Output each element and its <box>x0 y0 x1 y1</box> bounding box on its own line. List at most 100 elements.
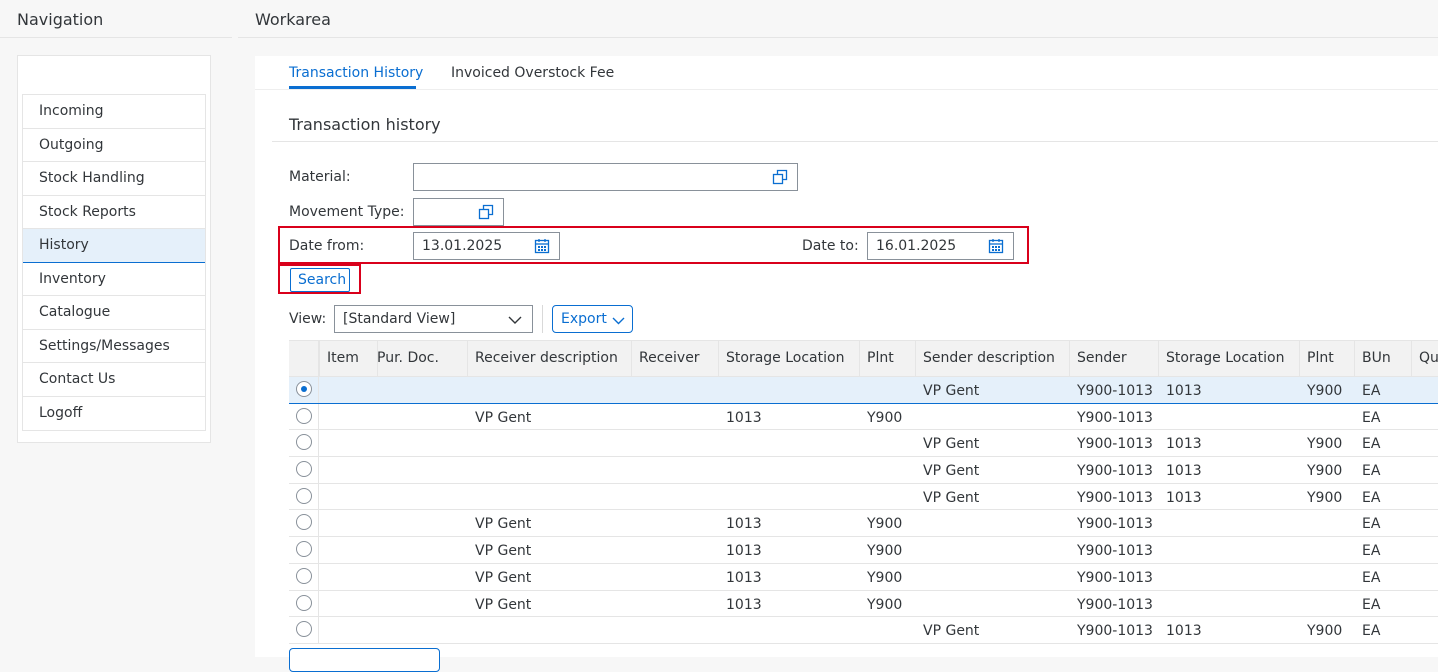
table-cell: 1013 <box>726 596 762 613</box>
row-selector-cell <box>289 430 319 457</box>
table-cell: EA <box>1362 436 1381 453</box>
value-help-icon[interactable] <box>478 204 494 220</box>
column-separator <box>631 341 632 376</box>
table-cell: Y900 <box>867 409 903 426</box>
tab-transaction-history[interactable]: Transaction History <box>289 65 423 81</box>
row-radio-button[interactable] <box>296 381 312 397</box>
table-cell: Y900-1013 <box>1077 409 1153 426</box>
table-cell: Y900 <box>1307 436 1343 453</box>
row-radio-button[interactable] <box>296 621 312 638</box>
column-header[interactable]: Pur. Doc. <box>377 350 439 366</box>
sidebar-item-settings-messages[interactable]: Settings/Messages <box>23 330 205 363</box>
table-row[interactable]: VP Gent Y900-1013 1013 Y900 EA <box>289 430 1438 458</box>
row-radio-button[interactable] <box>296 407 312 424</box>
sidebar-item-catalogue[interactable]: Catalogue <box>23 296 205 330</box>
column-separator <box>1299 341 1300 376</box>
table-cell: Y900-1013 <box>1077 489 1153 506</box>
table-cell: Y900 <box>867 596 903 613</box>
row-radio-button[interactable] <box>296 434 312 451</box>
column-header[interactable]: Storage Location <box>1166 350 1284 366</box>
row-radio-button[interactable] <box>296 487 312 504</box>
calendar-icon[interactable] <box>534 238 550 254</box>
column-header[interactable]: Receiver description <box>475 350 618 366</box>
navigation-divider <box>0 37 232 38</box>
column-header[interactable]: Item <box>327 350 359 366</box>
table-row[interactable]: VP Gent 1013 Y900 Y900-1013 EA <box>289 563 1438 591</box>
row-selector-cell <box>289 377 319 403</box>
table-row[interactable]: VP Gent Y900-1013 1013 Y900 EA <box>289 377 1438 404</box>
column-separator <box>1069 341 1070 376</box>
table-cell: VP Gent <box>475 543 532 560</box>
view-select[interactable]: [Standard View] <box>334 305 533 333</box>
material-input[interactable] <box>413 163 798 191</box>
workarea-content: Transaction History Invoiced Overstock F… <box>255 56 1438 672</box>
workarea-title: Workarea <box>255 10 331 29</box>
table-cell: Y900 <box>867 516 903 533</box>
column-header[interactable]: Receiver <box>639 350 700 366</box>
date-from-value: 13.01.2025 <box>422 238 503 254</box>
sidebar-item-history[interactable]: History <box>23 229 205 263</box>
table-cell: 1013 <box>1166 623 1202 640</box>
column-separator <box>1354 341 1355 376</box>
table-cell: Y900 <box>867 543 903 560</box>
table-row[interactable]: VP Gent Y900-1013 1013 Y900 EA <box>289 457 1438 484</box>
table-row[interactable]: VP Gent Y900-1013 1013 Y900 EA <box>289 483 1438 511</box>
column-header[interactable]: Sender description <box>923 350 1055 366</box>
column-separator <box>1158 341 1159 376</box>
tab-invoiced-overstock-fee[interactable]: Invoiced Overstock Fee <box>451 65 614 81</box>
table-row[interactable]: VP Gent 1013 Y900 Y900-1013 EA <box>289 537 1438 564</box>
sidebar-item-contact-us[interactable]: Contact Us <box>23 363 205 397</box>
column-header[interactable]: Plnt <box>1307 350 1334 366</box>
chevron-down-icon <box>612 317 625 325</box>
navigation-title: Navigation <box>17 10 104 29</box>
table-row[interactable]: VP Gent 1013 Y900 Y900-1013 EA <box>289 403 1438 431</box>
table-cell: VP Gent <box>475 596 532 613</box>
section-title: Transaction history <box>289 115 441 134</box>
date-to-input[interactable]: 16.01.2025 <box>867 232 1014 260</box>
table-cell: 1013 <box>1166 489 1202 506</box>
table-row[interactable]: VP Gent Y900-1013 1013 Y900 EA <box>289 617 1438 644</box>
row-radio-button[interactable] <box>296 514 312 531</box>
movement-type-input[interactable] <box>413 198 504 226</box>
sidebar-item-stock-reports[interactable]: Stock Reports <box>23 196 205 229</box>
table-cell: VP Gent <box>475 409 532 426</box>
sidebar-item-stock-handling[interactable]: Stock Handling <box>23 162 205 196</box>
column-separator <box>915 341 916 376</box>
row-selector-cell <box>289 483 319 510</box>
value-help-icon[interactable] <box>772 169 788 185</box>
date-to-value: 16.01.2025 <box>876 238 957 254</box>
table-cell: 1013 <box>726 409 762 426</box>
row-radio-button[interactable] <box>296 594 312 611</box>
sidebar-item-inventory[interactable]: Inventory <box>23 263 205 296</box>
table-cell: 1013 <box>726 516 762 533</box>
footer-button[interactable] <box>289 648 440 672</box>
table-cell: EA <box>1362 623 1381 640</box>
column-header[interactable]: Qu <box>1419 350 1438 366</box>
selection-column-header <box>289 341 319 376</box>
row-selector-cell <box>289 457 319 483</box>
row-selector-cell <box>289 403 319 430</box>
sidebar-item-logoff[interactable]: Logoff <box>23 397 205 431</box>
column-header[interactable]: Storage Location <box>726 350 844 366</box>
calendar-icon[interactable] <box>988 238 1004 254</box>
row-radio-button[interactable] <box>296 567 312 584</box>
table-cell: VP Gent <box>475 516 532 533</box>
tab-bar-divider <box>255 89 1438 90</box>
sidebar-item-outgoing[interactable]: Outgoing <box>23 129 205 162</box>
export-button[interactable]: Export <box>552 305 633 333</box>
sidebar-item-incoming[interactable]: Incoming <box>23 95 205 129</box>
column-header[interactable]: BUn <box>1362 350 1391 366</box>
date-from-input[interactable]: 13.01.2025 <box>413 232 560 260</box>
table-body: VP Gent Y900-1013 1013 Y900 EA VP Gent 1013 Y90… <box>289 377 1438 644</box>
table-row[interactable]: VP Gent 1013 Y900 Y900-1013 EA <box>289 590 1438 618</box>
table-cell: EA <box>1362 463 1381 480</box>
table-cell: Y900-1013 <box>1077 463 1153 480</box>
table-cell: Y900 <box>867 569 903 586</box>
table-row[interactable]: VP Gent 1013 Y900 Y900-1013 EA <box>289 510 1438 538</box>
column-header[interactable]: Plnt <box>867 350 894 366</box>
row-radio-button[interactable] <box>296 541 312 558</box>
row-radio-button[interactable] <box>296 461 312 478</box>
table-cell: Y900 <box>1307 623 1343 640</box>
column-header[interactable]: Sender <box>1077 350 1127 366</box>
search-button[interactable]: Search <box>290 268 350 292</box>
